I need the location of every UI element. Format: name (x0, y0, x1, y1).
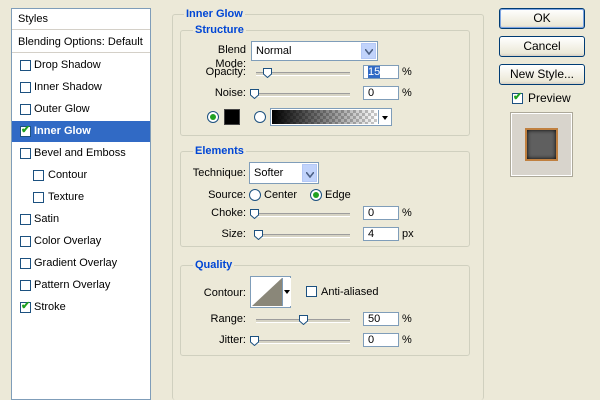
preview-label: Preview (528, 91, 571, 105)
gradient-preview (272, 110, 377, 124)
jitter-slider-track[interactable] (256, 340, 350, 344)
drop-shadow-checkbox[interactable] (20, 60, 31, 71)
size-input[interactable]: 4 (363, 227, 399, 241)
texture-checkbox[interactable] (33, 192, 44, 203)
range-slider-thumb[interactable] (299, 315, 308, 325)
source-edge-label: Edge (325, 189, 351, 201)
size-unit: px (402, 228, 414, 240)
range-unit: % (402, 313, 412, 325)
jitter-slider-thumb[interactable] (250, 336, 259, 346)
range-input[interactable]: 50 (363, 312, 399, 326)
choke-input[interactable]: 0 (363, 206, 399, 220)
cancel-button[interactable]: Cancel (499, 36, 585, 57)
glow-gradient-picker[interactable] (270, 108, 392, 126)
gradient-radio[interactable] (254, 111, 266, 123)
style-item-gradient-overlay[interactable]: Gradient Overlay (12, 253, 150, 274)
style-item-pattern-overlay[interactable]: Pattern Overlay (12, 275, 150, 296)
style-item-inner-glow[interactable]: ✔ Inner Glow (12, 121, 150, 142)
anti-aliased-label: Anti-aliased (321, 286, 379, 298)
pattern-overlay-checkbox[interactable] (20, 280, 31, 291)
jitter-unit: % (402, 334, 412, 346)
size-slider-thumb[interactable] (254, 230, 263, 240)
noise-unit: % (402, 87, 412, 99)
check-icon: ✔ (21, 124, 31, 136)
technique-select[interactable]: Softer (249, 162, 319, 184)
contour-checkbox[interactable] (33, 170, 44, 181)
style-preview (510, 112, 573, 177)
color-overlay-checkbox[interactable] (20, 236, 31, 247)
style-item-satin[interactable]: Satin (12, 209, 150, 230)
chevron-down-icon (361, 43, 376, 59)
contour-dropdown[interactable] (282, 278, 291, 306)
ok-button[interactable]: OK (499, 8, 585, 29)
new-style-button[interactable]: New Style... (499, 64, 585, 85)
opacity-label: Opacity: (205, 66, 246, 78)
noise-input[interactable]: 0 (363, 86, 399, 100)
opacity-slider-thumb[interactable] (263, 68, 272, 78)
source-edge-radio[interactable] (310, 189, 322, 201)
choke-label: Choke: (211, 207, 246, 219)
choke-slider-track[interactable] (256, 213, 350, 217)
triangle-down-icon (284, 290, 290, 294)
inner-glow-checkbox[interactable]: ✔ (20, 124, 31, 137)
noise-slider-thumb[interactable] (250, 89, 259, 99)
style-item-texture[interactable]: Texture (12, 187, 150, 208)
style-item-drop-shadow[interactable]: Drop Shadow (12, 55, 150, 76)
range-label: Range: (210, 313, 246, 325)
bevel-emboss-checkbox[interactable] (20, 148, 31, 159)
style-item-outer-glow[interactable]: Outer Glow (12, 99, 150, 120)
opacity-input[interactable]: 15 (363, 65, 399, 79)
opacity-unit: % (402, 66, 412, 78)
preview-swatch (525, 128, 558, 161)
solid-color-radio[interactable] (207, 111, 219, 123)
glow-color-swatch[interactable] (224, 109, 240, 125)
triangle-down-icon (382, 116, 388, 120)
chevron-down-icon (302, 164, 317, 182)
choke-slider-thumb[interactable] (250, 209, 259, 219)
contour-picker[interactable] (250, 276, 291, 308)
source-center-radio[interactable] (249, 189, 261, 201)
preview-checkbox[interactable]: ✔ (512, 91, 523, 104)
anti-aliased-checkbox[interactable] (306, 286, 317, 297)
noise-label: Noise: (214, 87, 246, 99)
gradient-overlay-checkbox[interactable] (20, 258, 31, 269)
source-label: Source: (208, 189, 246, 201)
style-item-bevel-emboss[interactable]: Bevel and Emboss (12, 143, 150, 164)
jitter-input[interactable]: 0 (363, 333, 399, 347)
stroke-checkbox[interactable]: ✔ (20, 300, 31, 313)
styles-header[interactable]: Styles (12, 9, 150, 30)
size-label: Size: (221, 228, 246, 240)
inner-glow-title: Inner Glow (184, 8, 245, 21)
quality-title: Quality (193, 259, 235, 272)
contour-label: Contour: (203, 287, 246, 299)
blending-options-item[interactable]: Blending Options: Default (12, 32, 150, 53)
noise-slider-track[interactable] (256, 93, 350, 97)
inner-shadow-checkbox[interactable] (20, 82, 31, 93)
size-slider-track[interactable] (256, 234, 350, 238)
check-icon: ✔ (21, 300, 31, 312)
blend-mode-select[interactable]: Normal (251, 41, 378, 61)
outer-glow-checkbox[interactable] (20, 104, 31, 115)
styles-list: Styles Blending Options: Default Drop Sh… (11, 8, 151, 400)
style-item-stroke[interactable]: ✔ Stroke (12, 297, 150, 318)
satin-checkbox[interactable] (20, 214, 31, 225)
contour-preview-icon (252, 278, 282, 306)
check-icon: ✔ (513, 91, 523, 103)
choke-unit: % (402, 207, 412, 219)
style-item-color-overlay[interactable]: Color Overlay (12, 231, 150, 252)
technique-label: Technique: (192, 167, 246, 179)
gradient-dropdown[interactable] (378, 110, 391, 124)
elements-title: Elements (193, 145, 246, 158)
source-center-label: Center (264, 189, 298, 201)
style-item-inner-shadow[interactable]: Inner Shadow (12, 77, 150, 98)
structure-title: Structure (193, 24, 246, 37)
style-item-contour[interactable]: Contour (12, 165, 150, 186)
jitter-label: Jitter: (219, 334, 246, 346)
